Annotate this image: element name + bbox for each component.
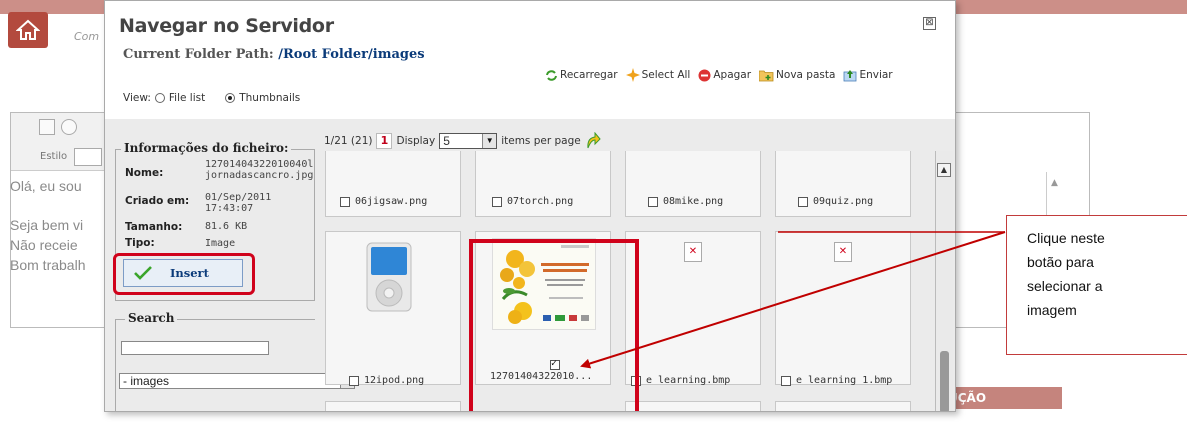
arrow-to-checkbox — [580, 231, 1006, 369]
callout-arrows — [580, 231, 1006, 369]
